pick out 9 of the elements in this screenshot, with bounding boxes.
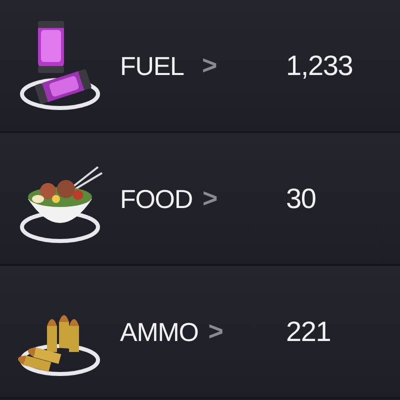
resource-label: FUEL [120, 52, 185, 78]
resource-count: 1,233 [286, 52, 354, 80]
resource-count: 30 [286, 184, 317, 212]
chevron-icon[interactable]: > [202, 46, 218, 85]
resource-label: AMMO [120, 318, 198, 344]
chevron-icon[interactable]: > [208, 312, 224, 351]
resource-label: FOOD [120, 186, 193, 212]
resource-count: 221 [286, 318, 332, 346]
chevron-icon[interactable]: > [202, 179, 218, 218]
